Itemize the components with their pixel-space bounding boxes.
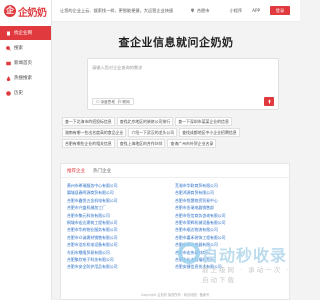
company-link[interactable]: 翼城县春晖源商贸有限公司 bbox=[67, 189, 175, 196]
hot-icon bbox=[6, 75, 11, 81]
login-button[interactable]: 登录 bbox=[270, 6, 290, 15]
news-icon bbox=[6, 61, 11, 66]
tag-row: 查一下北海市的招投标信息 查找北京地区的装修公司排行 查一下深圳市某某企业的信息湖南… bbox=[62, 117, 288, 150]
miniprogram-link[interactable]: 小程序 bbox=[230, 8, 243, 14]
footer: Copyright 企奶奶 版权所有 · 网站地图 · 备案号 bbox=[140, 293, 210, 297]
company-link[interactable]: 合肥市聚元科技有限公司 bbox=[67, 212, 175, 219]
company-link[interactable]: 桐城市宏达建筑工程有限公司 bbox=[67, 219, 175, 226]
history-icon bbox=[6, 90, 11, 96]
logo[interactable]: 企 企奶奶 bbox=[0, 0, 51, 22]
city-label: 合肥市 bbox=[196, 7, 210, 13]
sidebar: 企 企奶奶 找企业网 搜索 新闻首页 热搜搜索 历史 bbox=[0, 0, 52, 300]
company-link[interactable]: 合肥市悦晟物资贸易中心 bbox=[175, 197, 283, 204]
page-title: 查企业信息就问企奶奶 bbox=[118, 36, 234, 49]
sidebar-item-label: 搜索 bbox=[14, 46, 23, 51]
atom-icon bbox=[96, 99, 100, 104]
suggestion-tag[interactable]: 介绍一下武汉的龙头公司 bbox=[128, 128, 178, 137]
company-link[interactable]: 东阳市鼎隆贸易有限公司 bbox=[67, 249, 175, 256]
send-button[interactable] bbox=[264, 97, 274, 106]
suggestion-tag[interactable]: 查找上海地区的合作伙伴 bbox=[116, 139, 166, 148]
company-link[interactable]: 合肥市浩东机电设备有限公司 bbox=[67, 241, 175, 248]
app-link[interactable]: APP bbox=[252, 8, 260, 13]
logo-mark: 企 bbox=[4, 5, 16, 17]
building-icon bbox=[6, 31, 11, 36]
company-link[interactable]: 合肥市鑫悦五金机电有限公司 bbox=[67, 197, 175, 204]
watermark-logo-icon bbox=[178, 242, 200, 264]
sidebar-item-news[interactable]: 新闻首页 bbox=[0, 56, 51, 70]
suggestion-tag[interactable]: 查找北京地区的装修公司排行 bbox=[116, 117, 174, 126]
watermark-subtitle: 散上级网 · 承动一次 · 自动下载 bbox=[202, 266, 291, 284]
sidebar-nav: 找企业网 搜索 新闻首页 热搜搜索 历史 bbox=[0, 26, 51, 100]
suggestion-tag[interactable]: 合肥有哪些企业的相关信息 bbox=[62, 139, 115, 148]
company-link[interactable]: 合肥市兴盛机械加工厂 bbox=[67, 204, 175, 211]
search-box[interactable]: 请输入您对企业查询的需求 深度思考 联网 bbox=[87, 58, 279, 110]
suggestion-tag[interactable]: 查一下北海市的招投标信息 bbox=[62, 117, 115, 126]
sidebar-item-label: 热搜搜索 bbox=[14, 76, 32, 81]
globe-icon bbox=[118, 99, 122, 104]
watermark-title: 自动秒收录 bbox=[202, 246, 288, 265]
web-search-toggle[interactable]: 联网 bbox=[114, 98, 134, 105]
company-link[interactable]: 合肥市恒信商务咨询有限公司 bbox=[175, 212, 283, 219]
sidebar-item-label: 新闻首页 bbox=[14, 61, 32, 66]
suggestion-tags: 查一下北海市的招投标信息 查找北京地区的装修公司排行 查一下深圳市某某企业的信息湖南… bbox=[62, 117, 288, 150]
company-link[interactable]: 合肥聚欣电子科技有限公司 bbox=[67, 256, 175, 263]
location-icon bbox=[190, 8, 194, 13]
suggestion-tag[interactable]: 湖南有哪一些出名度高的食品企业 bbox=[62, 128, 127, 137]
panel-tabs: 推荐企业 热门企业 bbox=[61, 164, 289, 178]
top-bar: 让您的企业上云、搜索找一样，更智能便捷，大运营企业快速 合肥市 小程序 APP … bbox=[52, 0, 300, 22]
company-link[interactable]: 合肥市华府物业服务有限公司 bbox=[67, 226, 175, 233]
city-selector[interactable]: 合肥市 bbox=[190, 8, 220, 14]
web-search-label: 联网 bbox=[122, 99, 130, 104]
suggestion-tag[interactable]: 查一下深圳市某某企业的信息 bbox=[175, 117, 232, 126]
deep-think-label: 深度思考 bbox=[100, 99, 115, 104]
sidebar-item-history[interactable]: 历史 bbox=[0, 86, 51, 100]
sidebar-item-search[interactable]: 搜索 bbox=[0, 41, 51, 55]
app-window: 企 企奶奶 找企业网 搜索 新闻首页 热搜搜索 历史 让您的企业上云、搜索找一样… bbox=[0, 0, 300, 300]
company-link[interactable]: 黄州市希瑞服务中心有限公司 bbox=[67, 182, 175, 189]
watermark: 自动秒收录 散上级网 · 承动一次 · 自动下载 bbox=[178, 240, 298, 284]
sidebar-item-label: 历史 bbox=[14, 91, 23, 96]
company-list-left: 黄州市希瑞服务中心有限公司 翼城县春晖源商贸有限公司 合肥市鑫悦五金机电有限公司 合肥… bbox=[67, 182, 175, 271]
search-input[interactable]: 请输入您对企业查询的需求 bbox=[92, 65, 142, 71]
company-link[interactable]: 合肥市众诚建材销售有限公司 bbox=[67, 234, 175, 241]
suggestion-tag[interactable]: 查询广州市外贸企业名录 bbox=[167, 139, 217, 148]
tab-hot[interactable]: 热门企业 bbox=[93, 168, 111, 174]
company-link[interactable]: 合肥市荣辉机械设备有限公司 bbox=[175, 219, 283, 226]
company-link[interactable]: 合肥市安全防护用品有限公司 bbox=[67, 263, 175, 270]
company-link[interactable]: 合肥鸿源商贸有限公司 bbox=[175, 189, 283, 196]
search-icon bbox=[6, 45, 11, 51]
company-link[interactable]: 合肥市顺达物流有限公司 bbox=[175, 226, 283, 233]
sidebar-item-hot[interactable]: 热搜搜索 bbox=[0, 71, 51, 85]
company-link[interactable]: 合肥市金瑞电器销售部 bbox=[175, 204, 283, 211]
send-icon bbox=[267, 99, 271, 104]
top-right-actions: 合肥市 小程序 APP 登录 bbox=[190, 6, 300, 15]
sidebar-item-company[interactable]: 找企业网 bbox=[0, 26, 51, 40]
tab-recommended[interactable]: 推荐企业 bbox=[67, 168, 85, 174]
sidebar-item-label: 找企业网 bbox=[14, 31, 32, 36]
suggestion-tag[interactable]: 查找成都地区中小企业招聘信息 bbox=[179, 128, 240, 137]
company-link[interactable]: 芜湖市华联商贸有限公司 bbox=[175, 182, 283, 189]
logo-text: 企奶奶 bbox=[18, 7, 47, 19]
top-slogan: 让您的企业上云、搜索找一样，更智能便捷，大运营企业快速 bbox=[60, 7, 174, 13]
